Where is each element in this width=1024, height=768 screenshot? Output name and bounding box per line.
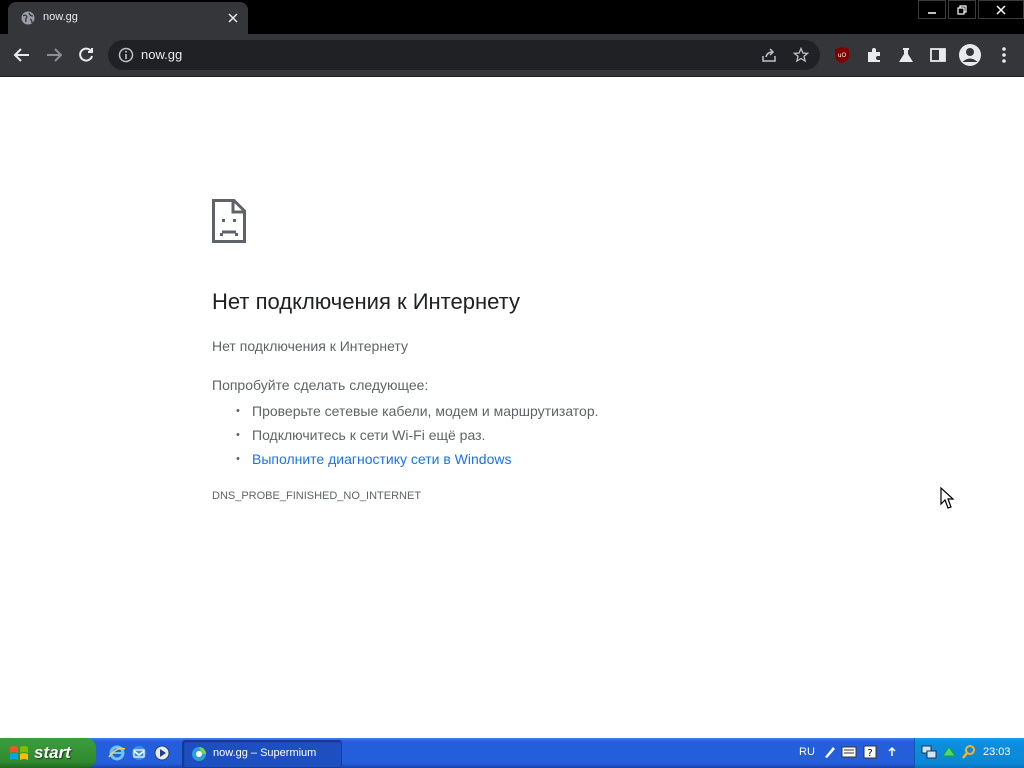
svg-text:?: ? [867, 748, 872, 759]
menu-icon[interactable] [994, 45, 1014, 65]
svg-text:uO: uO [838, 52, 847, 59]
taskbar: start now.gg – Supermium RU ? 23:03 [0, 738, 1024, 768]
browser-toolbar: now.gg uO [0, 34, 1024, 77]
network-icon[interactable] [921, 744, 937, 760]
mouse-cursor-icon [940, 487, 955, 509]
sad-document-icon [212, 199, 246, 243]
tab-title: now.gg [43, 11, 78, 23]
globe-icon [21, 11, 35, 25]
suggestions-list: Проверьте сетевые кабели, модем и маршру… [236, 399, 599, 471]
taskbar-button-supermium[interactable]: now.gg – Supermium [182, 740, 342, 768]
safely-remove-icon[interactable] [941, 744, 957, 760]
help-icon[interactable]: ? [862, 744, 878, 760]
browser-tab[interactable]: now.gg [8, 2, 248, 34]
suggestion-check-cables: Проверьте сетевые кабели, модем и маршру… [236, 399, 599, 423]
profile-icon[interactable] [958, 43, 982, 67]
tab-close-icon[interactable] [224, 9, 242, 27]
back-icon[interactable] [12, 45, 32, 65]
keyboard-icon[interactable] [841, 744, 857, 760]
language-indicator[interactable]: RU [799, 746, 815, 758]
start-label: start [34, 743, 71, 762]
star-icon[interactable] [792, 46, 810, 64]
taskbar-button-label: now.gg – Supermium [213, 747, 317, 759]
reload-icon[interactable] [76, 45, 96, 65]
search-icon[interactable] [961, 744, 977, 760]
windows-flag-icon [10, 746, 28, 760]
internet-explorer-icon[interactable] [108, 744, 126, 762]
suggestion-reconnect-wifi: Подключитесь к сети Wi-Fi ещё раз. [236, 423, 599, 447]
suggestions-label: Попробуйте сделать следующее: [212, 377, 429, 393]
address-bar[interactable]: now.gg [108, 40, 820, 70]
url-text[interactable]: now.gg [141, 47, 182, 62]
extensions-icon[interactable] [864, 45, 884, 65]
pen-tool-icon[interactable] [822, 744, 838, 760]
error-code: DNS_PROBE_FINISHED_NO_INTERNET [212, 490, 422, 502]
diagnostics-link[interactable]: Выполните диагностику сети в Windows [252, 451, 511, 467]
outlook-express-icon[interactable] [130, 744, 148, 762]
restore-button[interactable] [948, 0, 976, 19]
system-tray: 23:03 [914, 738, 1024, 768]
close-window-button[interactable] [978, 0, 1024, 19]
share-icon[interactable] [760, 46, 778, 64]
ublock-icon[interactable]: uO [832, 45, 852, 65]
error-subheading: Нет подключения к Интернету [212, 338, 408, 354]
error-heading: Нет подключения к Интернету [212, 289, 520, 314]
options-icon[interactable] [884, 744, 900, 760]
media-player-icon[interactable] [153, 744, 171, 762]
title-bar: now.gg [0, 0, 1024, 34]
clock: 23:03 [983, 746, 1011, 758]
suggestion-diagnostics: Выполните диагностику сети в Windows [236, 447, 599, 471]
info-icon[interactable] [118, 47, 134, 63]
window-controls [918, 0, 1024, 20]
forward-icon[interactable] [44, 45, 64, 65]
start-button[interactable]: start [0, 738, 96, 768]
page-content: Нет подключения к Интернету Нет подключе… [0, 77, 1024, 738]
sidepanel-icon[interactable] [928, 45, 948, 65]
supermium-icon [192, 747, 206, 761]
minimize-button[interactable] [918, 0, 946, 19]
labs-icon[interactable] [896, 45, 916, 65]
